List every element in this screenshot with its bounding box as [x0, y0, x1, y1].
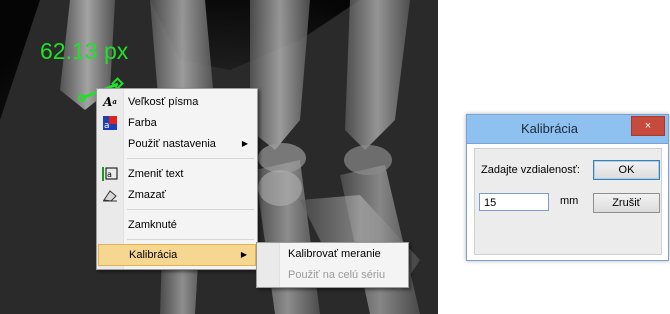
menu-item-calibration[interactable]: Kalibrácia ▶: [98, 244, 256, 266]
svg-text:a: a: [107, 170, 112, 179]
menu-item-label: Veľkosť písma: [128, 96, 199, 108]
menu-item-label: Zamknuté: [128, 219, 177, 231]
menu-item-label: Farba: [128, 117, 157, 129]
menu-item-delete[interactable]: Zmazať: [98, 185, 256, 205]
menu-item-color[interactable]: a Farba: [98, 113, 256, 133]
submenu-arrow-icon: ▶: [241, 139, 248, 148]
menu-item-label: Kalibrovať meranie: [288, 248, 381, 260]
menu-item-label: Použiť nastavenia: [128, 138, 216, 150]
font-size-icon: Aa: [103, 95, 117, 109]
menu-item-locked[interactable]: Zamknuté: [98, 215, 256, 235]
menu-separator: [127, 239, 254, 240]
eraser-icon: [102, 187, 118, 203]
calibration-submenu: Kalibrovať meranie Použiť na celú sériu: [256, 242, 409, 288]
dialog-body: Zadajte vzdialenosť: OK 15 mm Zrušiť: [474, 148, 662, 255]
menu-separator: [127, 209, 254, 210]
menu-item-calibrate-measurement[interactable]: Kalibrovať meranie: [258, 244, 407, 264]
menu-separator: [127, 158, 254, 159]
menu-item-apply-settings[interactable]: Použiť nastavenia ▶: [98, 134, 256, 154]
cancel-button[interactable]: Zrušiť: [593, 193, 660, 213]
menu-item-label: Zmeniť text: [128, 168, 184, 180]
measurement-label[interactable]: 62.13 px: [40, 40, 128, 63]
color-icon: a: [102, 115, 118, 131]
close-icon: ×: [644, 120, 652, 132]
distance-input[interactable]: 15: [479, 193, 549, 211]
menu-item-change-text[interactable]: a Zmeniť text: [98, 164, 256, 184]
unit-label: mm: [560, 195, 579, 207]
edit-text-icon: a: [102, 166, 118, 182]
menu-item-font-size[interactable]: Aa Veľkosť písma: [98, 92, 256, 112]
menu-item-label: Kalibrácia: [129, 249, 178, 261]
dialog-titlebar[interactable]: Kalibrácia ×: [467, 115, 668, 144]
submenu-arrow-icon: ▶: [240, 250, 247, 259]
context-menu: Aa Veľkosť písma a Farba Použiť nastaven…: [96, 88, 258, 270]
ok-button[interactable]: OK: [593, 160, 660, 180]
calibration-dialog: Kalibrácia × Zadajte vzdialenosť: OK 15 …: [466, 114, 669, 261]
close-button[interactable]: ×: [631, 116, 665, 136]
svg-text:a: a: [104, 121, 110, 130]
dialog-title: Kalibrácia: [520, 121, 579, 136]
distance-prompt: Zadajte vzdialenosť:: [481, 164, 580, 176]
menu-item-label: Zmazať: [128, 189, 166, 201]
menu-item-label: Použiť na celú sériu: [288, 269, 386, 281]
menu-item-apply-to-series[interactable]: Použiť na celú sériu: [258, 265, 407, 285]
